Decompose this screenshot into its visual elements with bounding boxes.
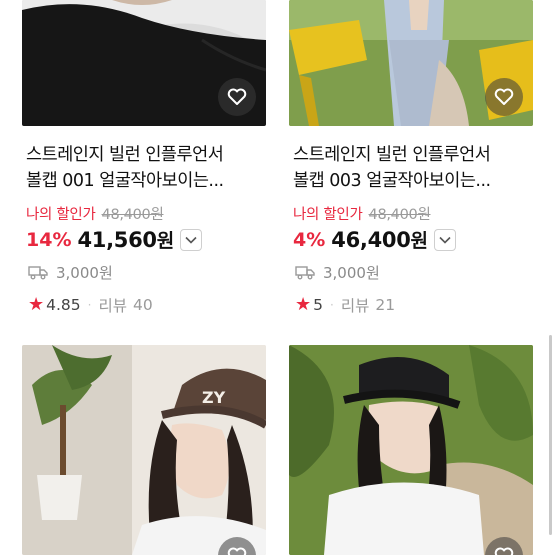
shipping-fee: 3,000원 bbox=[28, 262, 113, 283]
product-title[interactable]: 스트레인지 빌런 인플루언서 볼캡 001 얼굴작아보이는... bbox=[26, 142, 264, 194]
svg-text:ZY: ZY bbox=[202, 388, 226, 407]
discount-rate: 4% bbox=[293, 228, 326, 251]
review-label: 리뷰 bbox=[340, 297, 370, 315]
my-discount-price-row: 나의 할인가 48,400원 bbox=[293, 203, 431, 224]
product-image[interactable] bbox=[22, 0, 266, 126]
price-detail-button[interactable] bbox=[180, 228, 203, 251]
truck-icon bbox=[295, 266, 315, 280]
scrollbar[interactable] bbox=[549, 335, 552, 535]
review-count: 21 bbox=[375, 296, 396, 314]
product-title[interactable]: 스트레인지 빌런 인플루언서 볼캡 003 얼굴작아보이는... bbox=[293, 142, 531, 194]
heart-icon bbox=[494, 88, 514, 105]
my-discount-label: 나의 할인가 bbox=[293, 207, 363, 223]
product-card[interactable]: ZY bbox=[22, 345, 266, 555]
truck-icon bbox=[28, 266, 48, 280]
my-discount-price-row: 나의 할인가 48,400원 bbox=[26, 203, 164, 224]
sale-price: 46,400 bbox=[331, 227, 411, 252]
review-label: 리뷰 bbox=[98, 297, 128, 315]
review-count: 40 bbox=[133, 296, 153, 314]
heart-icon bbox=[227, 547, 247, 555]
discount-rate: 14% bbox=[26, 228, 72, 251]
chevron-down-icon bbox=[185, 236, 197, 244]
product-image[interactable]: ZY bbox=[22, 345, 266, 555]
product-image[interactable] bbox=[289, 0, 533, 126]
wishlist-button[interactable] bbox=[485, 78, 523, 116]
star-icon: ★ bbox=[295, 294, 312, 315]
rating-score: 5 bbox=[313, 296, 324, 314]
rating-row: ★ 4.85 · 리뷰 40 bbox=[28, 294, 153, 316]
star-icon: ★ bbox=[28, 294, 45, 315]
product-card[interactable] bbox=[289, 345, 533, 555]
rating-score: 4.85 bbox=[46, 296, 81, 314]
heart-icon bbox=[227, 88, 247, 105]
my-discount-label: 나의 할인가 bbox=[26, 207, 96, 223]
rating-row: ★ 5 · 리뷰 21 bbox=[295, 294, 396, 316]
price-row: 4% 46,400 원 bbox=[293, 226, 456, 253]
product-card[interactable]: 스트레인지 빌런 인플루언서 볼캡 003 얼굴작아보이는... 나의 할인가 4… bbox=[289, 0, 533, 330]
original-price: 48,400원 bbox=[368, 207, 431, 223]
product-image[interactable] bbox=[289, 345, 533, 555]
price-detail-button[interactable] bbox=[434, 228, 456, 251]
product-card[interactable]: 스트레인지 빌런 인플루언서 볼캡 001 얼굴작아보이는... 나의 할인가 4… bbox=[22, 0, 266, 330]
shipping-fee: 3,000원 bbox=[295, 262, 380, 283]
original-price: 48,400원 bbox=[101, 207, 164, 223]
heart-icon bbox=[494, 547, 514, 555]
chevron-down-icon bbox=[439, 236, 451, 244]
sale-price: 41,560 bbox=[77, 227, 157, 252]
price-row: 14% 41,560 원 bbox=[26, 226, 203, 253]
wishlist-button[interactable] bbox=[218, 78, 256, 116]
